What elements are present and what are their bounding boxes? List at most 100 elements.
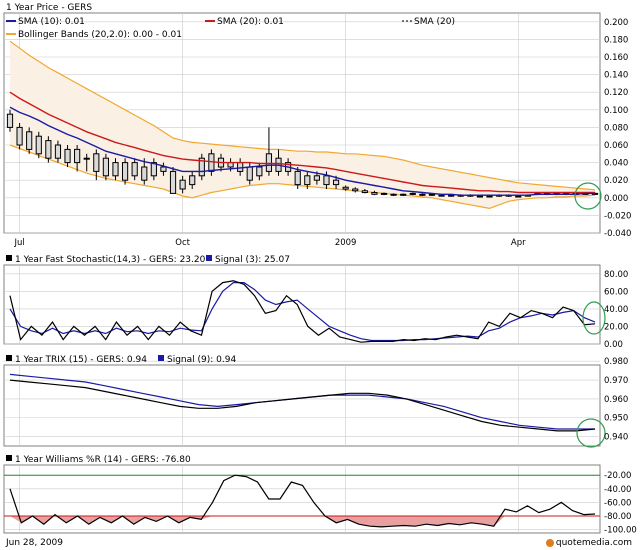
candle-body: [64, 148, 71, 164]
candle-body: [515, 195, 522, 198]
trix-title-marker: [6, 355, 12, 361]
price-y-tick-label: 0.060: [604, 141, 628, 151]
price-y-tick-label: -0.040: [604, 229, 631, 239]
trix-y-tick-label: 0.980: [604, 357, 628, 367]
candle-body: [400, 193, 407, 196]
trix-y-tick-label: 0.970: [604, 376, 628, 386]
trix-title: 1 Year TRIX (15) - GERS: 0.94: [15, 355, 147, 365]
candle-body: [342, 186, 349, 190]
candle-body: [265, 153, 273, 172]
trix-signal-marker: [158, 355, 164, 361]
trix-signal-label: Signal (9): 0.94: [167, 355, 236, 365]
candle-body: [102, 157, 109, 177]
candle-body: [121, 162, 129, 181]
price-x-tick-label: 2009: [335, 238, 357, 248]
williams-y-tick-label: -80.00: [604, 512, 631, 522]
price-x-tick-label: Apr: [511, 238, 526, 248]
candle-body: [160, 166, 167, 172]
candle-body: [332, 179, 340, 186]
candle-body: [16, 126, 23, 146]
price-y-tick-label: -0.020: [604, 211, 631, 221]
price-y-tick-label: 0.120: [604, 88, 628, 98]
candle-body: [208, 153, 215, 172]
williams-y-tick-label: -100.00: [604, 526, 637, 536]
candle-body: [390, 193, 397, 196]
williams-y-tick-label: -20.00: [604, 471, 631, 481]
price-y-tick-label: 0.000: [604, 194, 628, 204]
footer-brand[interactable]: quotemedia.com: [545, 538, 632, 548]
price-y-tick-label: 0.080: [604, 123, 628, 133]
candle-body: [141, 166, 148, 181]
legend-sma10: SMA (10): 0.01: [18, 17, 85, 27]
footer-brand-text: quotemedia.com: [555, 538, 632, 548]
candle-body: [246, 166, 253, 181]
candle-body: [304, 175, 311, 186]
trix-y-tick-label: 0.950: [604, 414, 628, 424]
trix-y-axis: 0.980 0.970 0.960 0.950 0.940: [604, 357, 628, 442]
candle-body: [237, 162, 244, 172]
candle-body: [448, 194, 455, 197]
footer-date: Jun 28, 2009: [6, 538, 64, 548]
candle-body: [428, 193, 436, 196]
candle-body: [35, 135, 42, 155]
williams-title: 1 Year Williams %R (14) - GERS: -76.80: [15, 455, 191, 465]
candle-body: [74, 148, 81, 164]
price-y-tick-label: 0.160: [604, 53, 628, 63]
candle-body: [323, 175, 330, 186]
stochastic-y-axis: 80.00 60.00 40.00 20.00 0.00: [604, 270, 628, 350]
price-x-tick-label: Jul: [13, 238, 24, 248]
williams-title-marker: [6, 455, 12, 461]
candle-body: [380, 192, 388, 195]
williams-y-tick-label: -40.00: [604, 485, 631, 495]
candle-body: [6, 113, 14, 128]
trix-y-tick-label: 0.940: [604, 433, 628, 443]
candle-body: [313, 175, 320, 181]
candle-body: [45, 140, 52, 159]
williams-y-axis: -20.00 -40.00 -60.00 -80.00 -100.00: [604, 471, 637, 535]
williams-y-tick-label: -60.00: [604, 498, 631, 508]
price-x-axis: Jul Oct 2009 Apr: [13, 238, 526, 248]
legend-sma20-dotted: SMA (20): [414, 17, 455, 27]
candle-body: [169, 170, 177, 194]
price-y-tick-label: 0.180: [604, 35, 628, 45]
candle-body: [294, 170, 301, 186]
legend-bollinger: Bollinger Bands (20,2.0): 0.00 - 0.01: [18, 30, 182, 40]
stochastic-signal-marker: [206, 255, 212, 261]
price-panel: 1 Year Price - GERS SMA (10): 0.01 SMA (…: [3, 3, 631, 248]
stochastic-title: 1 Year Fast Stochastic(14,3) - GERS: 23.…: [15, 255, 206, 265]
stochastic-y-tick-label: 20.00: [604, 322, 628, 332]
stochastic-y-tick-label: 80.00: [604, 270, 628, 280]
candle-body: [189, 175, 196, 186]
price-y-tick-label: 0.140: [604, 71, 628, 81]
legend-sma20: SMA (20): 0.01: [217, 17, 284, 27]
stochastic-y-tick-label: 40.00: [604, 305, 628, 315]
price-x-tick-label: Oct: [175, 238, 190, 248]
candle-body: [26, 131, 33, 150]
price-y-tick-label: 0.040: [604, 159, 628, 169]
stochastic-y-tick-label: 60.00: [604, 287, 628, 297]
price-y-tick-label: 0.100: [604, 106, 628, 116]
candle-body: [371, 192, 378, 195]
candle-body: [409, 192, 416, 195]
candle-body: [179, 179, 186, 190]
candle-body: [476, 195, 484, 198]
stochastic-panel: 1 Year Fast Stochastic(14,3) - GERS: 23.…: [3, 255, 628, 350]
trix-panel: 1 Year TRIX (15) - GERS: 0.94 Signal (9)…: [3, 355, 628, 448]
candle-body: [352, 188, 359, 192]
candle-body: [54, 144, 62, 159]
price-title: 1 Year Price - GERS: [6, 3, 92, 13]
candle-body: [438, 194, 445, 197]
candle-body: [361, 190, 368, 194]
candle-body: [419, 193, 426, 196]
candle-body: [112, 162, 119, 177]
price-y-tick-label: 0.020: [604, 176, 628, 186]
candle-body: [93, 153, 100, 172]
price-y-tick-label: 0.200: [604, 18, 628, 28]
williams-panel: 1 Year Williams %R (14) - GERS: -76.80 -…: [3, 455, 637, 536]
candle-body: [131, 162, 138, 177]
quotemedia-logo-icon: [545, 538, 554, 547]
stochastic-y-tick-label: 0.00: [604, 340, 623, 350]
candle-body: [486, 195, 493, 198]
stochastic-signal-label: Signal (3): 25.07: [215, 255, 290, 265]
candle-body: [83, 157, 90, 160]
